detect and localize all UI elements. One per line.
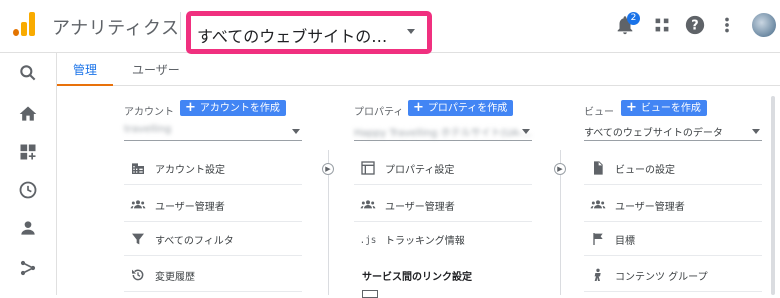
create-property-button[interactable]: + プロパティを作成 — [408, 100, 514, 116]
window-icon — [361, 161, 375, 175]
property-select[interactable]: Happy Travelling ホテルサイト(UA-... — [354, 122, 532, 141]
content-grouping-label: コンテンツ グループ — [615, 272, 708, 283]
vertical-scrollbar[interactable] — [771, 96, 775, 295]
account-settings-item[interactable]: アカウント設定 — [124, 151, 302, 185]
plus-icon: + — [626, 100, 637, 115]
analytics-logo-icon — [13, 12, 35, 36]
change-history-item[interactable]: 変更履歴 — [124, 258, 302, 292]
view-select[interactable]: すべてのウェブサイトのデータ — [584, 122, 762, 141]
svg-text:?: ? — [691, 19, 698, 34]
property-user-management-item[interactable]: ユーザー管理者 — [354, 188, 532, 222]
goals-item[interactable]: 目標 — [584, 222, 762, 256]
chevron-down-icon — [292, 129, 300, 134]
property-settings-label: プロパティ設定 — [385, 165, 455, 176]
account-user-management-label: ユーザー管理者 — [155, 202, 225, 213]
svg-text:.js: .js — [360, 235, 376, 246]
create-account-button[interactable]: + アカウントを作成 — [180, 100, 286, 116]
all-filters-label: すべてのフィルタ — [155, 236, 234, 247]
tab-user[interactable]: ユーザー — [132, 61, 180, 78]
notification-badge: 2 — [627, 12, 640, 25]
building-icon — [132, 163, 144, 174]
property-user-management-label: ユーザー管理者 — [385, 202, 455, 213]
clock-icon[interactable] — [18, 180, 38, 200]
active-tab-indicator — [57, 84, 113, 86]
filter-icon — [132, 233, 144, 245]
tracking-info-label: トラッキング情報 — [385, 236, 465, 247]
top-header: アナリティクス すべてのウェブサイトの… 2 ? — [0, 0, 780, 54]
account-selector-label: すべてのウェブサイトの… — [197, 27, 388, 46]
home-icon[interactable] — [18, 104, 38, 124]
avatar[interactable] — [752, 13, 776, 37]
plus-icon: + — [185, 100, 196, 115]
people-icon — [130, 200, 146, 209]
content-grouping-item[interactable]: コンテンツ グループ — [584, 258, 762, 292]
plus-icon: + — [413, 100, 424, 115]
view-user-management-item[interactable]: ユーザー管理者 — [584, 188, 762, 222]
header-divider — [180, 12, 181, 40]
account-settings-label: アカウント設定 — [155, 165, 225, 176]
chevron-down-icon — [407, 29, 415, 34]
account-select[interactable]: travelling — [124, 122, 302, 141]
arrow-right-icon: ▶ — [554, 163, 566, 175]
chevron-down-icon — [522, 129, 530, 134]
link-item-icon — [362, 290, 378, 298]
dashboard-icon[interactable] — [18, 142, 38, 162]
view-settings-item[interactable]: ビューの設定 — [584, 151, 762, 185]
app-title: アナリティクス — [52, 18, 180, 39]
property-column-title: プロパティ — [354, 107, 404, 118]
view-settings-label: ビューの設定 — [615, 165, 675, 176]
view-select-value: すべてのウェブサイトのデータ — [584, 128, 723, 139]
property-select-value: Happy Travelling ホテルサイト(UA-... — [354, 128, 532, 139]
create-view-button[interactable]: + ビューを作成 — [621, 100, 707, 116]
left-nav — [0, 53, 57, 295]
create-view-label: ビューを作成 — [640, 103, 701, 114]
people-icon — [360, 200, 376, 209]
all-filters-item[interactable]: すべてのフィルタ — [124, 222, 302, 256]
history-icon — [132, 269, 144, 281]
account-column-title: アカウント — [124, 107, 174, 118]
account-select-value: travelling — [124, 124, 172, 135]
property-settings-item[interactable]: プロパティ設定 — [354, 151, 532, 185]
create-account-label: アカウントを作成 — [199, 103, 280, 114]
chevron-down-icon — [752, 129, 760, 134]
document-icon — [594, 161, 603, 175]
help-icon[interactable]: ? — [684, 14, 706, 36]
share-icon[interactable] — [18, 258, 38, 278]
product-linking-heading: サービス間のリンク設定 — [362, 272, 472, 283]
flag-icon — [593, 233, 603, 245]
tab-admin[interactable]: 管理 — [73, 61, 97, 78]
search-icon[interactable] — [18, 63, 38, 83]
tracking-info-item[interactable]: .js トラッキング情報 — [354, 222, 532, 255]
account-selector-button[interactable]: すべてのウェブサイトの… — [186, 11, 432, 54]
person-icon[interactable] — [18, 218, 38, 238]
account-user-management-item[interactable]: ユーザー管理者 — [124, 188, 302, 222]
view-user-management-label: ユーザー管理者 — [615, 202, 685, 213]
admin-tabs: 管理 ユーザー — [57, 53, 780, 86]
apps-grid-icon[interactable] — [651, 14, 673, 36]
goals-label: 目標 — [615, 236, 635, 247]
more-vert-icon[interactable] — [716, 14, 738, 36]
people-icon — [590, 200, 606, 209]
view-column-title: ビュー — [584, 107, 614, 118]
arrow-right-icon: ▶ — [322, 163, 334, 175]
create-property-label: プロパティを作成 — [427, 103, 508, 114]
js-icon: .js — [360, 235, 376, 246]
person-group-icon — [594, 268, 601, 281]
change-history-label: 変更履歴 — [155, 272, 195, 283]
